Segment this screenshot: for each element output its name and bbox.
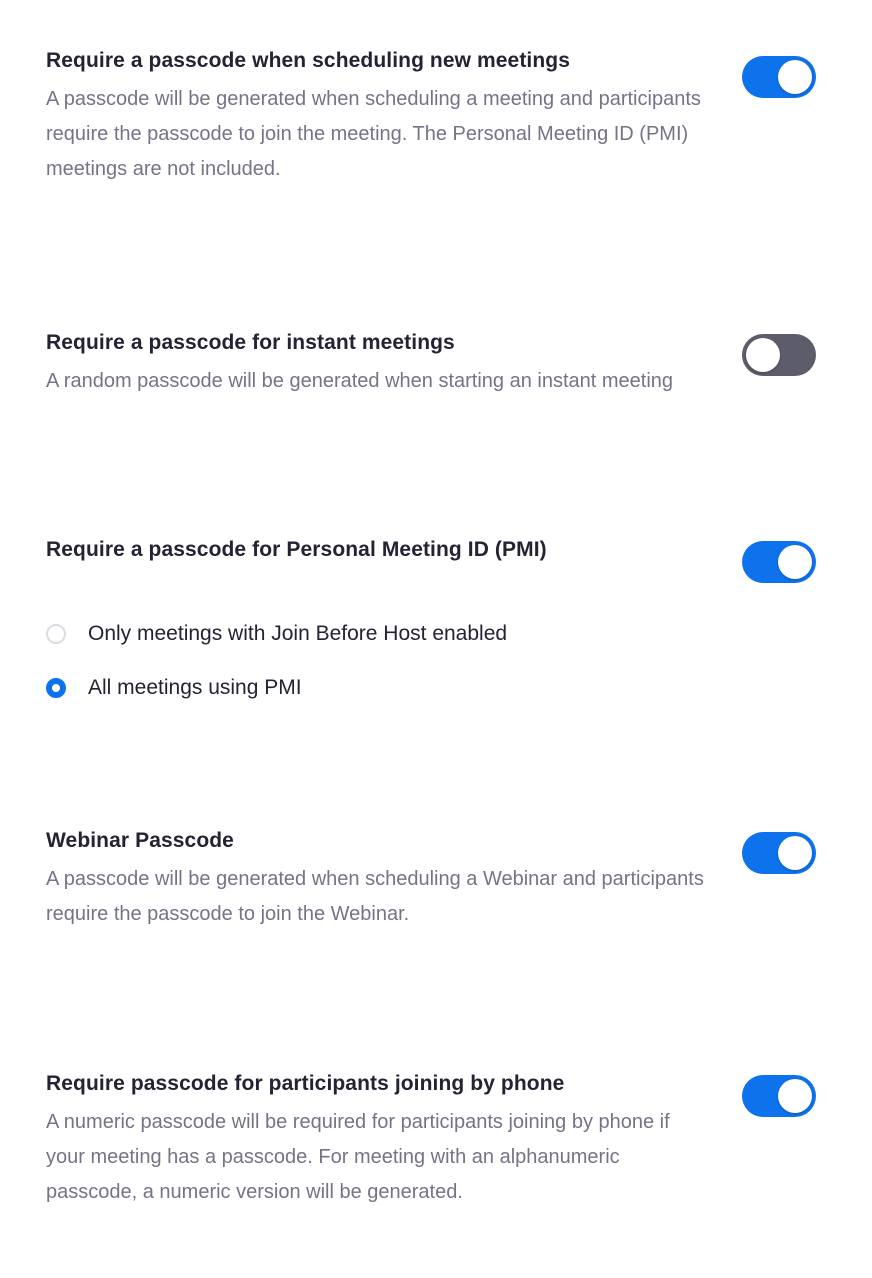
setting-title: Require passcode for participants joinin… [46, 1072, 565, 1095]
webinar-passcode-toggle[interactable] [742, 832, 816, 874]
pmi-option-all-meetings[interactable]: All meetings using PMI [46, 676, 302, 700]
phone-passcode-toggle[interactable] [742, 1075, 816, 1117]
setting-title: Require a passcode when scheduling new m… [46, 49, 570, 72]
setting-pmi-passcode: Require a passcode for Personal Meeting … [46, 537, 826, 583]
setting-description: A random passcode will be generated when… [46, 370, 674, 392]
setting-description: A numeric passcode will be required for … [46, 1111, 670, 1203]
instant-passcode-toggle[interactable] [742, 334, 816, 376]
toggle-knob [778, 545, 812, 579]
setting-scheduling-passcode: Require a passcode when scheduling new m… [46, 48, 826, 187]
setting-title: Require a passcode for instant meetings [46, 331, 455, 354]
toggle-knob [746, 338, 780, 372]
toggle-knob [778, 836, 812, 870]
setting-description: A passcode will be generated when schedu… [46, 88, 701, 180]
pmi-option-join-before-host[interactable]: Only meetings with Join Before Host enab… [46, 622, 507, 646]
toggle-knob [778, 60, 812, 94]
radio-label: All meetings using PMI [88, 676, 302, 699]
radio-label: Only meetings with Join Before Host enab… [88, 622, 508, 645]
setting-title: Webinar Passcode [46, 829, 234, 852]
toggle-knob [778, 1079, 812, 1113]
setting-title: Require a passcode for Personal Meeting … [46, 538, 547, 561]
pmi-passcode-toggle[interactable] [742, 541, 816, 583]
scheduling-passcode-toggle[interactable] [742, 56, 816, 98]
setting-phone-passcode: Require passcode for participants joinin… [46, 1071, 826, 1210]
radio-checked-icon[interactable] [46, 678, 66, 698]
setting-instant-passcode: Require a passcode for instant meetings … [46, 330, 826, 399]
setting-description: A passcode will be generated when schedu… [46, 868, 704, 925]
radio-unchecked-icon[interactable] [46, 624, 66, 644]
setting-webinar-passcode: Webinar Passcode A passcode will be gene… [46, 828, 826, 932]
